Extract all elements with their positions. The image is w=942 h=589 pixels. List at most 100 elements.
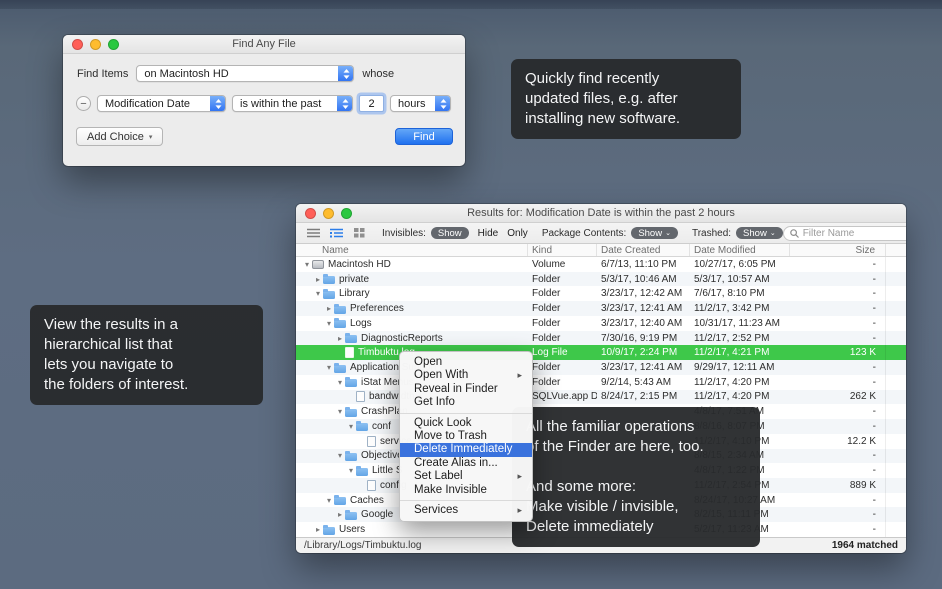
table-row[interactable]: ▸ private Folder 5/3/17, 10:46 AM 5/3/17…: [296, 272, 906, 287]
item-icon: [356, 468, 368, 476]
package-contents-toggle[interactable]: Show ⌄: [631, 227, 678, 239]
table-row[interactable]: ▾ Application Support Folder 3/23/17, 12…: [296, 360, 906, 375]
item-date-modified: 5/3/17, 10:57 AM: [690, 274, 790, 285]
menu-separator: [400, 413, 532, 414]
item-date-created: 3/23/17, 12:41 AM: [597, 362, 690, 373]
context-menu-item[interactable]: Create Alias in...: [400, 457, 532, 470]
attribute-popup[interactable]: Modification Date: [97, 95, 226, 112]
column-header-name[interactable]: Name: [296, 244, 528, 256]
menu-item-label: Create Alias in...: [414, 457, 498, 470]
traffic-lights: [305, 208, 352, 219]
operator-popup[interactable]: is within the past: [232, 95, 353, 112]
item-icon: [345, 409, 357, 417]
minimize-button[interactable]: [323, 208, 334, 219]
disclosure-triangle-icon[interactable]: ▸: [313, 525, 323, 534]
chevron-down-icon: ⌄: [665, 230, 671, 237]
item-icon: [345, 512, 357, 520]
context-menu-item[interactable]: Services ▸: [400, 504, 532, 517]
table-row[interactable]: ▾ Logs Folder 3/23/17, 12:40 AM 10/31/17…: [296, 316, 906, 331]
invisibles-show-toggle[interactable]: Show: [431, 227, 469, 239]
item-name: Caches: [350, 495, 384, 506]
zoom-button[interactable]: [108, 39, 119, 50]
name-cell: ▾ Macintosh HD: [296, 259, 528, 270]
add-choice-button[interactable]: Add Choice ▾: [76, 127, 163, 146]
view-mode-buttons: [304, 226, 368, 240]
disclosure-triangle-icon[interactable]: ▾: [335, 451, 345, 460]
context-menu-item[interactable]: Open: [400, 356, 532, 369]
disclosure-triangle-icon[interactable]: ▾: [335, 407, 345, 416]
disclosure-triangle-icon[interactable]: ▾: [324, 363, 334, 372]
name-cell: ▸ Preferences: [296, 303, 528, 314]
item-date-modified: 11/2/17, 4:20 PM: [690, 391, 790, 402]
context-menu-item[interactable]: Open With ▸: [400, 369, 532, 382]
table-row[interactable]: ▸ Preferences Folder 3/23/17, 12:41 AM 1…: [296, 301, 906, 316]
disclosure-triangle-icon[interactable]: ▸: [335, 334, 345, 343]
context-menu-item[interactable]: Quick Look: [400, 417, 532, 430]
disclosure-triangle-icon[interactable]: ▸: [335, 510, 345, 519]
traffic-lights: [72, 39, 119, 50]
disclosure-triangle-icon[interactable]: ▾: [324, 319, 334, 328]
disclosure-triangle-icon[interactable]: ▾: [324, 496, 334, 505]
disclosure-triangle-icon[interactable]: ▾: [302, 260, 312, 269]
context-menu-item[interactable]: Get Info: [400, 396, 532, 409]
item-date-created: 9/2/14, 5:43 AM: [597, 377, 690, 388]
minimize-button[interactable]: [90, 39, 101, 50]
close-button[interactable]: [305, 208, 316, 219]
column-header-kind[interactable]: Kind: [528, 244, 597, 256]
table-row[interactable]: bandwidth SQLVue.app Document 8/24/17, 2…: [296, 390, 906, 405]
item-date-created: 6/7/13, 11:10 PM: [597, 259, 690, 270]
item-icon: [367, 436, 376, 447]
context-menu-item[interactable]: Make Invisible: [400, 484, 532, 497]
filter-field[interactable]: [783, 226, 906, 241]
disclosure-triangle-icon[interactable]: ▸: [324, 304, 334, 313]
close-button[interactable]: [72, 39, 83, 50]
invisibles-only-toggle[interactable]: Only: [507, 228, 528, 239]
titlebar[interactable]: Find Any File: [63, 35, 465, 54]
item-size: -: [790, 318, 886, 329]
context-menu-item[interactable]: Set Label ▸: [400, 470, 532, 483]
context-menu-item[interactable]: Move to Trash: [400, 430, 532, 443]
item-icon: [356, 423, 368, 431]
zoom-button[interactable]: [341, 208, 352, 219]
disclosure-triangle-icon[interactable]: ▾: [346, 422, 356, 431]
status-matched-count: 1964 matched: [832, 540, 898, 551]
unit-popup-value: hours: [398, 98, 426, 110]
table-row[interactable]: Timbuktu.log Log File 10/9/17, 2:24 PM 1…: [296, 345, 906, 360]
caret-down-icon: ▾: [149, 133, 153, 141]
table-row[interactable]: ▾ iStat Menus Folder 9/2/14, 5:43 AM 11/…: [296, 375, 906, 390]
filter-input[interactable]: [803, 228, 906, 239]
table-row[interactable]: ▾ Library Folder 3/23/17, 12:42 AM 7/6/1…: [296, 286, 906, 301]
item-date-modified: 11/2/17, 4:21 PM: [690, 347, 790, 358]
hierarchical-view-button[interactable]: [327, 226, 345, 240]
item-date-modified: 7/6/17, 8:10 PM: [690, 288, 790, 299]
location-popup[interactable]: on Macintosh HD: [136, 65, 354, 82]
grid-view-button[interactable]: [350, 226, 368, 240]
table-row[interactable]: ▾ Macintosh HD Volume 6/7/13, 11:10 PM 1…: [296, 257, 906, 272]
callout-quick-find: Quickly find recently updated files, e.g…: [511, 59, 741, 139]
context-menu-item[interactable]: Delete Immediately: [400, 443, 532, 456]
grid-icon: [354, 228, 365, 238]
disclosure-triangle-icon[interactable]: ▸: [313, 275, 323, 284]
invisibles-hide-toggle[interactable]: Hide: [478, 228, 499, 239]
flat-list-view-button[interactable]: [304, 226, 322, 240]
disclosure-triangle-icon[interactable]: ▾: [346, 466, 356, 475]
hierarchical-list-icon: [330, 228, 343, 238]
column-header-date-modified[interactable]: Date Modified: [690, 244, 790, 256]
trashed-toggle[interactable]: Show ⌄: [736, 227, 783, 239]
context-menu-item[interactable]: Reveal in Finder: [400, 383, 532, 396]
item-icon: [323, 276, 335, 284]
context-menu: Open Open With ▸ Reveal in Finder Get In…: [399, 351, 533, 522]
unit-popup[interactable]: hours: [390, 95, 451, 112]
item-icon: [312, 260, 324, 269]
remove-criteria-button[interactable]: −: [76, 96, 91, 111]
item-icon: [345, 335, 357, 343]
disclosure-triangle-icon[interactable]: ▾: [313, 289, 323, 298]
find-button[interactable]: Find: [395, 128, 453, 145]
item-icon: [334, 365, 346, 373]
disclosure-triangle-icon[interactable]: ▾: [335, 378, 345, 387]
column-header-date-created[interactable]: Date Created: [597, 244, 690, 256]
titlebar[interactable]: Results for: Modification Date is within…: [296, 204, 906, 223]
value-field[interactable]: [359, 95, 384, 112]
table-row[interactable]: ▸ DiagnosticReports Folder 7/30/16, 9:19…: [296, 331, 906, 346]
column-header-size[interactable]: Size: [790, 244, 886, 256]
